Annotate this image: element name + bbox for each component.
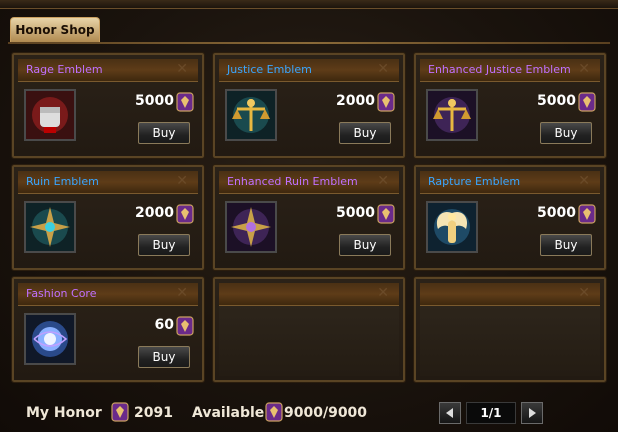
item-name: Rapture Emblem [428, 175, 521, 188]
honor-medal-icon [111, 402, 129, 422]
footer-bar: My Honor 2091 Available 9000/9000 1/1 [0, 392, 618, 432]
header-x-icon: ✕ [176, 61, 188, 77]
arrow-right-icon [529, 408, 536, 418]
window-top-bar [0, 0, 618, 9]
cross-emblem-icon [26, 203, 74, 251]
honor-medal-icon [265, 402, 283, 422]
honor-shop-window: Honor Shop Rage Emblem ✕ 5000 Buy Justice Em… [0, 0, 618, 432]
buy-button[interactable]: Buy [540, 234, 592, 256]
buy-button[interactable]: Buy [540, 122, 592, 144]
item-price: 5000 [336, 205, 375, 221]
header-x-icon: ✕ [377, 285, 389, 301]
buy-button[interactable]: Buy [339, 122, 391, 144]
honor-medal-icon [377, 204, 395, 224]
next-page-button[interactable] [521, 402, 543, 424]
card-header: ✕ [219, 283, 399, 306]
item-name: Ruin Emblem [26, 175, 99, 188]
tab-honor-shop[interactable]: Honor Shop [10, 17, 100, 42]
shop-item-card: Fashion Core ✕ 60 Buy [11, 276, 205, 383]
shop-item-card: Justice Emblem ✕ 2000 Buy [212, 52, 406, 159]
header-x-icon: ✕ [176, 285, 188, 301]
header-x-icon: ✕ [578, 61, 590, 77]
card-header: Enhanced Ruin Emblem ✕ [219, 171, 399, 194]
card-header: Rapture Emblem ✕ [420, 171, 600, 194]
card-header: ✕ [420, 283, 600, 306]
arrow-left-icon [446, 408, 453, 418]
honor-medal-icon [176, 92, 194, 112]
item-name: Fashion Core [26, 287, 97, 300]
shop-item-card: Enhanced Justice Emblem ✕ 5000 Buy [413, 52, 607, 159]
page-indicator: 1/1 [466, 402, 516, 424]
my-honor-label: My Honor [26, 405, 102, 421]
card-header: Ruin Emblem ✕ [18, 171, 198, 194]
orb-core-icon [26, 315, 74, 363]
item-name: Rage Emblem [26, 63, 103, 76]
card-header: Fashion Core ✕ [18, 283, 198, 306]
header-x-icon: ✕ [578, 285, 590, 301]
empty-item-card: ✕ [212, 276, 406, 383]
item-name: Enhanced Justice Emblem [428, 63, 571, 76]
honor-medal-icon [176, 204, 194, 224]
cross-emblem-purple-icon [227, 203, 275, 251]
header-x-icon: ✕ [377, 61, 389, 77]
card-header: Justice Emblem ✕ [219, 59, 399, 82]
honor-medal-icon [578, 204, 596, 224]
tab-strip-divider [8, 42, 610, 44]
card-header: Rage Emblem ✕ [18, 59, 198, 82]
item-slot[interactable] [426, 201, 478, 253]
available-label: Available [192, 405, 265, 421]
buy-button[interactable]: Buy [138, 346, 190, 368]
shop-item-card: Rage Emblem ✕ 5000 Buy [11, 52, 205, 159]
honor-medal-icon [578, 92, 596, 112]
shop-item-card: Enhanced Ruin Emblem ✕ 5000 Buy [212, 164, 406, 271]
item-price: 2000 [135, 205, 174, 221]
item-name: Enhanced Ruin Emblem [227, 175, 358, 188]
fist-emblem-icon [26, 91, 74, 139]
item-price: 5000 [537, 93, 576, 109]
item-price: 60 [154, 317, 174, 333]
buy-button[interactable]: Buy [138, 122, 190, 144]
angel-emblem-icon [428, 203, 476, 251]
header-x-icon: ✕ [377, 173, 389, 189]
card-header: Enhanced Justice Emblem ✕ [420, 59, 600, 82]
buy-button[interactable]: Buy [339, 234, 391, 256]
item-slot[interactable] [24, 89, 76, 141]
shop-item-card: Ruin Emblem ✕ 2000 Buy [11, 164, 205, 271]
header-x-icon: ✕ [176, 173, 188, 189]
available-value: 9000/9000 [284, 405, 368, 421]
item-slot[interactable] [24, 201, 76, 253]
item-price: 5000 [135, 93, 174, 109]
item-slot[interactable] [225, 201, 277, 253]
item-slot[interactable] [225, 89, 277, 141]
item-name: Justice Emblem [227, 63, 312, 76]
honor-medal-icon [377, 92, 395, 112]
shop-grid: Rage Emblem ✕ 5000 Buy Justice Emblem ✕ 2000 Bu… [11, 52, 607, 383]
empty-slot-body [420, 306, 600, 376]
item-slot[interactable] [24, 313, 76, 365]
buy-button[interactable]: Buy [138, 234, 190, 256]
my-honor-value: 2091 [134, 405, 173, 421]
empty-item-card: ✕ [413, 276, 607, 383]
shop-item-card: Rapture Emblem ✕ 5000 Buy [413, 164, 607, 271]
prev-page-button[interactable] [439, 402, 461, 424]
header-x-icon: ✕ [578, 173, 590, 189]
honor-medal-icon [176, 316, 194, 336]
scales-emblem-icon [227, 91, 275, 139]
item-slot[interactable] [426, 89, 478, 141]
item-price: 2000 [336, 93, 375, 109]
scales-emblem-purple-icon [428, 91, 476, 139]
empty-slot-body [219, 306, 399, 376]
item-price: 5000 [537, 205, 576, 221]
